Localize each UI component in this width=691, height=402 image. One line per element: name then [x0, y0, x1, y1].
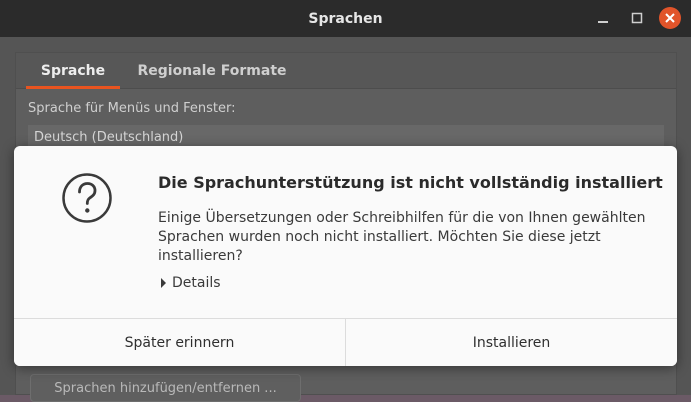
maximize-icon	[631, 12, 643, 24]
minimize-icon	[598, 21, 608, 23]
language-support-dialog: Die Sprachunterstützung ist nicht vollst…	[14, 146, 677, 366]
dialog-title: Die Sprachunterstützung ist nicht vollst…	[158, 173, 663, 192]
dialog-message: Einige Übersetzungen oder Schreibhilfen …	[158, 210, 646, 264]
expander-arrow-icon	[161, 278, 166, 288]
details-expander[interactable]: Details	[161, 275, 221, 291]
language-section-label: Sprache für Menüs und Fenster:	[28, 101, 236, 116]
dialog-button-bar: Später erinnern Installieren	[14, 318, 677, 366]
question-icon	[62, 173, 112, 223]
tab-regionale-formate[interactable]: Regionale Formate	[134, 53, 290, 89]
close-button[interactable]	[659, 7, 681, 29]
tab-sprache[interactable]: Sprache	[26, 53, 120, 89]
tab-bar: Sprache Regionale Formate	[16, 53, 676, 89]
language-settings-window: Sprachen Sprache Regionale Formate Sprac…	[0, 0, 691, 402]
maximize-button[interactable]	[626, 7, 648, 29]
minimize-button[interactable]	[592, 7, 614, 29]
window-title: Sprachen	[308, 10, 383, 27]
install-button[interactable]: Installieren	[346, 319, 677, 366]
details-label: Details	[172, 275, 221, 291]
remind-later-button[interactable]: Später erinnern	[14, 319, 346, 366]
titlebar: Sprachen	[0, 0, 691, 37]
close-icon	[665, 13, 675, 23]
add-remove-languages-button[interactable]: Sprachen hinzufügen/entfernen ...	[30, 374, 301, 402]
